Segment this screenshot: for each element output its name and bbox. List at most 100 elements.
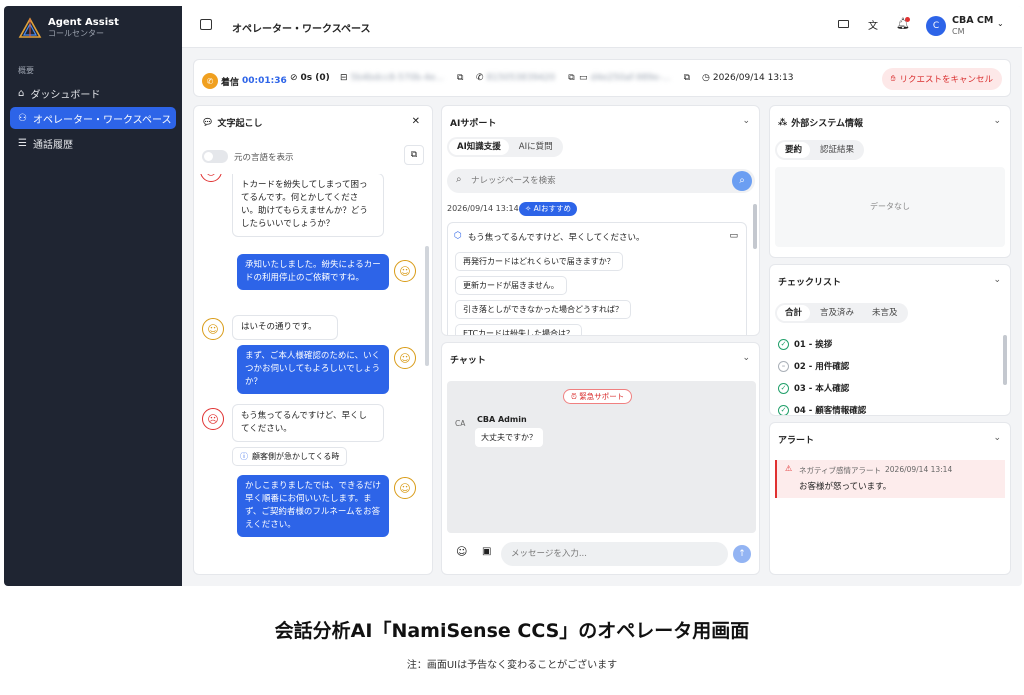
external-title: 外部システム情報 (791, 119, 863, 129)
chevron-down-icon[interactable]: ⌄ (742, 353, 750, 363)
hand-icon: ✋︎ (890, 74, 896, 84)
neutral-face-icon: ☺ (202, 318, 224, 340)
cancel-request-button[interactable]: ✋︎ リクエストをキャンセル (881, 68, 1002, 90)
angry-face-icon: ☹ (202, 408, 224, 430)
alert-type: ネガティブ感情アラート (799, 466, 882, 475)
ai-tabs: AI知識支援 AIに質問 (447, 137, 563, 157)
copy-icon[interactable]: ⧉ (684, 73, 690, 83)
copy-icon[interactable]: ⧉ (457, 73, 463, 83)
empty-label: データなし (870, 202, 910, 211)
sparkle-icon: ✧ (525, 204, 534, 213)
external-empty: データなし (775, 167, 1005, 247)
transcript-scroll[interactable]: ☹ トカードを紛失してしまって困ってるんです。何とかしてください。助けてもらえま… (194, 174, 432, 574)
monitor-icon[interactable] (838, 20, 849, 28)
angry-face-icon: ☹ (200, 174, 222, 182)
warning-icon: ⚠ (785, 464, 793, 473)
external-header: ⁂ 外部システム情報 (778, 116, 863, 130)
sidebar-item-dashboard[interactable]: ⌂ ダッシュボード (10, 82, 176, 104)
neutral-face-icon: ☺ (394, 477, 416, 499)
suggestion-chip[interactable]: 引き落としができなかった場合どうすれば？ (455, 300, 631, 319)
mute-icon: ⊘ (290, 73, 298, 83)
brand-subtitle: コールセンター (48, 29, 104, 38)
comment-icon[interactable]: ▭ (729, 231, 738, 241)
ai-support-panel: AIサポート ⌄ AI知識支援AIに質問 ⌕ ⌕ 2026/09/14 13:1… (441, 105, 760, 336)
ai-recommend-badge: ✧ AIおすすめ (519, 202, 578, 216)
scrollbar[interactable] (425, 246, 429, 366)
knowledge-search: ⌕ ⌕ (447, 169, 755, 193)
tab-auth-result[interactable]: 認証結果 (812, 142, 862, 158)
ai-suggestion-card: ⬡ もう焦ってるんですけど、早くしてください。 ▭ 再発行カードはどれくらいで届… (447, 222, 747, 335)
checklist-panel: チェックリスト ⌄ 合計 言及済み 未言及 ✓ 01 - 挨拶 –02 - 用件確認 … (769, 264, 1011, 416)
urgent-support-badge: ⏰︎ 緊急サポート (563, 389, 633, 404)
operator-message: 承知いたしました。紛失によるカードの利用停止のご依頼ですね。 (237, 254, 389, 290)
neutral-face-icon: ☺ (394, 260, 416, 282)
avatar[interactable]: C (926, 16, 946, 36)
main-area: オペレーター・ワークスペース 文 🔔︎ C CBA CM CM ⌄ ✆ 着信 00:… (182, 6, 1022, 586)
emoji-icon[interactable]: ☺ (456, 545, 467, 558)
ai-support-title: AIサポート (450, 119, 497, 129)
call-status: 着信 (221, 77, 240, 88)
ai-icon: ⬡ (454, 231, 462, 241)
translate-icon[interactable]: 文 (868, 17, 878, 32)
checklist-item-label: 02 - 用件確認 (794, 362, 850, 372)
knowledge-search-input[interactable] (471, 173, 721, 189)
home-icon: ⌂ (18, 87, 25, 99)
copy-button[interactable]: ⧉ (404, 145, 424, 165)
tab-total[interactable]: 合計 (777, 305, 811, 321)
tab-summary[interactable]: 要約 (777, 142, 811, 158)
top-bar: オペレーター・ワークスペース 文 🔔︎ C CBA CM CM ⌄ (182, 6, 1022, 48)
chevron-down-icon[interactable]: ⌄ (997, 19, 1004, 28)
customer-message: はいその通りです。 (232, 315, 338, 340)
alert-trigger-chip: ⓘ 顧客側が急かしてくる時 (232, 447, 348, 466)
chevron-down-icon[interactable]: ⌄ (742, 116, 750, 126)
close-icon[interactable]: ✕ (412, 116, 420, 127)
brand: Agent Assist コールセンター (18, 16, 119, 40)
external-info-panel: ⁂ 外部システム情報 ⌄ 要約 認証結果 データなし (769, 105, 1011, 258)
chat-title: チャット (450, 356, 486, 366)
sidebar-item-call-history[interactable]: ☰ 通話履歴 (10, 132, 176, 154)
image-icon[interactable]: ▣ (482, 546, 491, 557)
alert-trigger-label: 顧客側が急かしてくる時 (252, 452, 340, 461)
alert-message: お客様が怒っています。 (799, 482, 892, 492)
info-icon: ⓘ (240, 452, 248, 461)
user-initials: CM (952, 27, 965, 36)
chat-message-input[interactable] (501, 542, 728, 566)
tab-mentioned[interactable]: 言及済み (812, 305, 862, 321)
copy-icon[interactable]: ⧉ (568, 73, 574, 83)
caption-note: 注：画面UIは予告なく変わることがございます (406, 660, 618, 671)
notification-dot (905, 17, 910, 22)
suggestion-chip[interactable]: 再発行カードはどれくらいで届きますか？ (455, 252, 623, 271)
suggestion-chip[interactable]: ETCカードは紛失した場合は？ (455, 324, 583, 335)
urgent-label: 緊急サポート (579, 392, 625, 401)
scrollbar[interactable] (1003, 335, 1007, 385)
checklist-item-label: 03 - 本人確認 (794, 384, 850, 394)
sidebar-section-label: 概要 (18, 66, 34, 75)
original-language-toggle[interactable] (202, 150, 228, 163)
sidebar: Agent Assist コールセンター 概要 ⌂ ダッシュボード ⚇ オペレーター… (4, 6, 182, 586)
transcript-panel: 💬︎文字起こし ✕ 元の言語を表示 ⧉ ☹ トカードを紛失してしまって困ってるん… (193, 105, 433, 575)
chevron-down-icon[interactable]: ⌄ (993, 275, 1001, 285)
sidebar-toggle-icon[interactable] (200, 19, 212, 30)
chevron-down-icon[interactable]: ⌄ (993, 116, 1001, 126)
external-tabs: 要約 認証結果 (775, 140, 865, 160)
checklist-item: –02 - 用件確認 (778, 360, 849, 372)
checklist-item: ✓ 04 - 顧客情報確認 (778, 404, 866, 415)
scrollbar[interactable] (753, 204, 757, 249)
chevron-down-icon[interactable]: ⌄ (993, 433, 1001, 443)
sidebar-item-workspace[interactable]: ⚇ オペレーター・ワークスペース (10, 107, 176, 129)
page-title: オペレーター・ワークスペース (232, 24, 371, 35)
phone-icon: ✆ (476, 73, 484, 83)
customer-message: もう焦ってるんですけど、早くしてください。 (232, 404, 384, 442)
tab-ai-knowledge[interactable]: AI知識支援 (449, 139, 509, 155)
ai-question: もう焦ってるんですけど、早くしてください。 (468, 233, 645, 243)
search-button[interactable]: ⌕ (732, 171, 752, 191)
alert-card: ⚠ ネガティブ感情アラート 2026/09/14 13:14 お客様が怒っていま… (775, 460, 1005, 498)
tab-ask-ai[interactable]: AIに質問 (511, 139, 561, 155)
chat-message: 大丈夫ですか？ (475, 428, 543, 447)
alert-time: 2026/09/14 13:14 (885, 465, 953, 474)
check-icon: ✓ (778, 404, 789, 415)
send-button[interactable]: ↑ (733, 545, 751, 563)
suggestion-chip[interactable]: 更新カードが届きません。 (455, 276, 567, 295)
clock-icon: ◷ (702, 73, 710, 83)
tab-not-mentioned[interactable]: 未言及 (864, 305, 906, 321)
